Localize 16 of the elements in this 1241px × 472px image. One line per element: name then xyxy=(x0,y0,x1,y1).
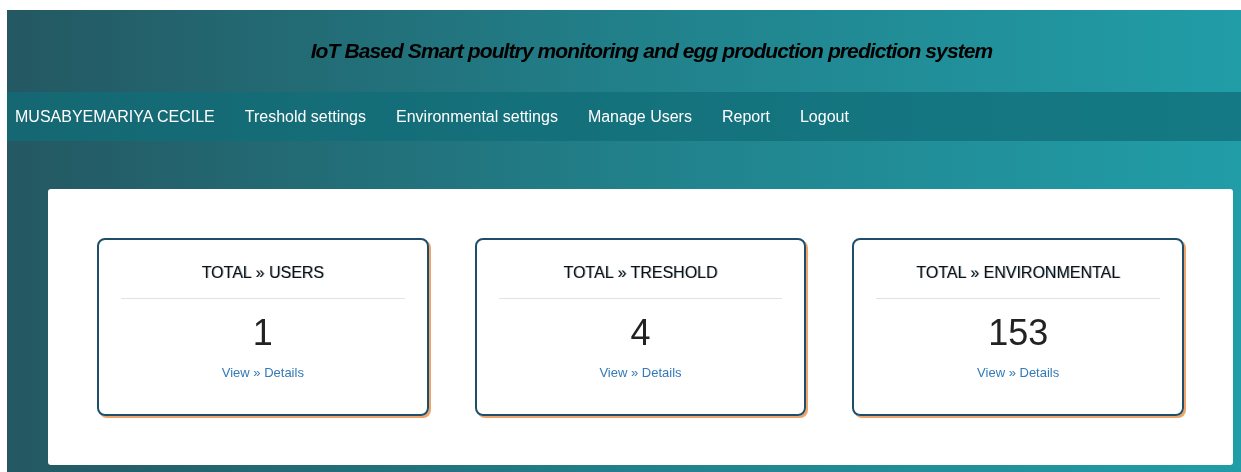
page-title: IoT Based Smart poultry monitoring and egg production prediction system xyxy=(309,39,993,63)
stat-value: 153 xyxy=(988,313,1049,353)
card-title: TOTAL » TRESHOLD xyxy=(563,263,718,283)
nav-link[interactable]: Treshold settings xyxy=(244,107,381,126)
nav-link[interactable]: MUSABYEMARIYA CECILE xyxy=(15,107,230,126)
details-link[interactable]: View » Details xyxy=(221,365,304,380)
nav-link[interactable]: Environmental settings xyxy=(396,107,573,126)
card-title: TOTAL » USERS xyxy=(201,263,325,283)
details-link[interactable]: View » Details xyxy=(599,365,682,380)
nav-link[interactable]: Logout xyxy=(799,107,864,126)
stat-value: 4 xyxy=(630,313,651,353)
stat-value: 1 xyxy=(252,313,273,353)
card-title: TOTAL » ENVIRONMENTAL xyxy=(916,263,1121,283)
details-link[interactable]: View » Details xyxy=(977,365,1060,380)
nav-link[interactable]: Manage Users xyxy=(587,107,707,126)
nav-link[interactable]: Report xyxy=(721,107,785,126)
